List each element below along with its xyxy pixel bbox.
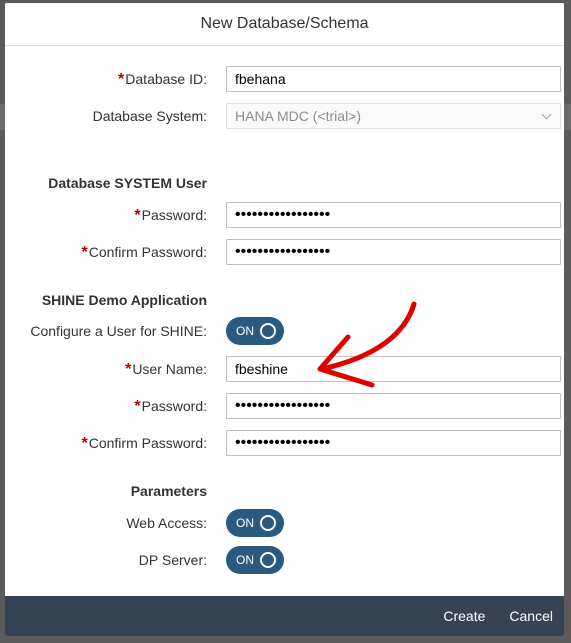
system-user-section-title: Database SYSTEM User (48, 175, 207, 191)
database-id-input[interactable] (226, 66, 561, 92)
system-password-row: *Password: (5, 202, 564, 228)
switch-knob (260, 552, 276, 568)
chevron-down-icon (541, 109, 552, 120)
dp-server-switch[interactable]: ON (226, 546, 284, 574)
system-confirm-password-label: *Confirm Password: (81, 244, 208, 261)
dp-server-label: DP Server: (138, 552, 207, 568)
web-access-switch[interactable]: ON (226, 509, 284, 537)
parameters-section-title: Parameters (130, 483, 207, 499)
create-button[interactable]: Create (443, 608, 485, 624)
database-system-value: HANA MDC (<trial>) (235, 108, 362, 124)
configure-shine-user-label: Configure a User for SHINE: (30, 323, 207, 339)
dialog-title: New Database/Schema (200, 15, 369, 32)
web-access-label: Web Access: (126, 515, 207, 531)
switch-knob (260, 515, 276, 531)
database-id-label: *Database ID: (118, 71, 207, 88)
switch-on-label: ON (236, 516, 254, 530)
cancel-button[interactable]: Cancel (509, 608, 553, 624)
web-access-row: Web Access: ON (5, 509, 564, 537)
dialog-footer: Create Cancel (5, 596, 564, 636)
system-password-label: *Password: (134, 207, 207, 224)
shine-section-title: SHINE Demo Application (41, 292, 207, 308)
database-system-label: Database System: (92, 108, 207, 124)
system-confirm-password-row: *Confirm Password: (5, 239, 564, 265)
shine-password-input[interactable] (226, 393, 561, 419)
red-arrow-annotation (317, 301, 417, 388)
dp-server-row: DP Server: ON (5, 546, 564, 574)
dialog-body: *Database ID: Database System: HANA MDC … (5, 46, 564, 594)
switch-on-label: ON (236, 324, 254, 338)
shine-confirm-password-input[interactable] (226, 430, 561, 456)
database-system-select[interactable]: HANA MDC (<trial>) (226, 103, 561, 129)
arrow-shaft (319, 301, 417, 372)
switch-on-label: ON (236, 553, 254, 567)
switch-knob (260, 323, 276, 339)
configure-shine-user-switch[interactable]: ON (226, 317, 284, 345)
shine-password-row: *Password: (5, 393, 564, 419)
shine-user-name-label: *User Name: (125, 361, 207, 378)
new-database-dialog: New Database/Schema *Database ID: Databa… (5, 3, 564, 636)
dialog-header: New Database/Schema (5, 3, 564, 46)
shine-confirm-password-row: *Confirm Password: (5, 430, 564, 456)
shine-confirm-password-label: *Confirm Password: (81, 435, 208, 452)
configure-shine-user-row: Configure a User for SHINE: ON (5, 317, 564, 345)
system-password-input[interactable] (226, 202, 561, 228)
system-confirm-password-input[interactable] (226, 239, 561, 265)
database-id-row: *Database ID: (5, 66, 564, 92)
database-system-row: Database System: HANA MDC (<trial>) (5, 103, 564, 129)
shine-password-label: *Password: (134, 398, 207, 415)
shine-user-name-row: *User Name: (5, 356, 564, 382)
